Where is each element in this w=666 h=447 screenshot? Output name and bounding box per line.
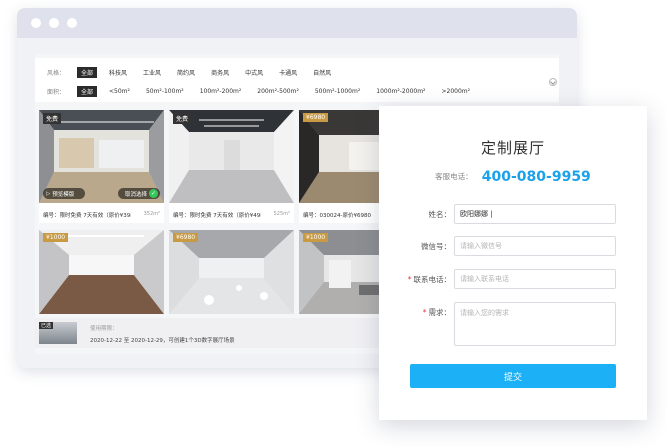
- card-size: 352m²: [143, 211, 160, 217]
- style-chip[interactable]: 自然风: [309, 67, 335, 78]
- chevron-down-icon[interactable]: [549, 78, 557, 86]
- style-chip-all[interactable]: 全部: [77, 66, 98, 78]
- area-chip[interactable]: 1000m²-2000m²: [372, 87, 429, 96]
- price-badge: ¥1000: [43, 233, 69, 242]
- area-chip[interactable]: 100m²-200m²: [196, 87, 246, 96]
- card-caption: 编号：限时免费 7天有效（原价¥498...: [173, 213, 261, 219]
- preview-template-button[interactable]: ▷ 预览模版: [43, 188, 85, 199]
- wechat-input[interactable]: [454, 236, 616, 256]
- cancel-selection-button[interactable]: 取消选择 ✓: [118, 188, 160, 199]
- window-dot: [31, 18, 41, 28]
- price-badge: ¥6980: [303, 113, 329, 122]
- name-input[interactable]: [454, 204, 616, 224]
- template-thumbnail: 免费: [169, 110, 294, 203]
- hotline-row: 客服电话： 400-080-9959: [379, 166, 647, 185]
- room-image: [169, 230, 294, 314]
- hotline-label: 客服电话：: [435, 172, 473, 181]
- area-filter-label: 面积：: [47, 88, 66, 96]
- cancel-label: 取消选择: [124, 191, 147, 198]
- usage-label: 使用期限：: [90, 326, 118, 332]
- card-caption: 编号：限时免费 7天有效（原价¥398...: [43, 213, 131, 219]
- needs-label-text: 需求：: [428, 308, 452, 317]
- contact-label: * 联系电话：: [408, 274, 451, 285]
- selected-template-thumbnail: 已选: [39, 322, 77, 344]
- play-icon: ▷: [46, 190, 51, 197]
- template-card[interactable]: 免费 编号：限时免费 7天有效（原价¥498... 525m²: [169, 110, 294, 223]
- filter-panel: 风格： 全部 科技风 工业风 简约风 商务风 中式风 卡通风 自然风 面积： 全…: [35, 58, 559, 102]
- style-filter-row: 风格： 全部 科技风 工业风 简约风 商务风 中式风 卡通风 自然风: [47, 66, 343, 78]
- window-dot: [67, 18, 77, 28]
- check-icon: ✓: [149, 189, 158, 198]
- style-chip[interactable]: 商务风: [207, 67, 233, 78]
- hotline-number: 400-080-9959: [481, 168, 591, 185]
- wechat-label: 微信号：: [421, 242, 451, 251]
- area-chip[interactable]: >2000m²: [437, 87, 474, 96]
- contact-label-text: 联系电话：: [413, 275, 452, 284]
- area-chip-all[interactable]: 全部: [77, 85, 98, 97]
- template-card[interactable]: 免费 ▷ 预览模版 取消选择 ✓ 编号：限时免费 7天有效（原价¥398... …: [39, 110, 164, 223]
- required-mark: *: [422, 308, 427, 317]
- style-filter-label: 风格：: [47, 69, 66, 77]
- template-card[interactable]: ¥1000: [39, 230, 164, 314]
- window-dot: [49, 18, 59, 28]
- price-badge: 免费: [43, 113, 62, 124]
- usage-period-text: 2020-12-22 至 2020-12-29，可创建1个3D数字展厅场景: [90, 338, 235, 344]
- style-chip[interactable]: 中式风: [241, 67, 267, 78]
- selected-tag: 已选: [39, 322, 54, 329]
- needs-label: * 需求：: [423, 307, 451, 318]
- submit-button[interactable]: 提交: [410, 364, 616, 388]
- style-chip[interactable]: 卡通风: [275, 67, 301, 78]
- name-label: 姓名：: [428, 210, 452, 219]
- needs-textarea[interactable]: [454, 302, 616, 346]
- template-thumbnail: 免费 ▷ 预览模版 取消选择 ✓: [39, 110, 164, 203]
- contact-phone-input[interactable]: [454, 269, 616, 289]
- card-size: 525m²: [273, 211, 290, 217]
- style-chip[interactable]: 工业风: [139, 67, 165, 78]
- area-chip[interactable]: 200m²-500m²: [253, 87, 303, 96]
- form-title: 定制展厅: [480, 139, 545, 157]
- title-bar: [17, 8, 577, 38]
- style-chip[interactable]: 科技风: [105, 67, 131, 78]
- required-mark: *: [407, 275, 412, 284]
- area-chip[interactable]: 50m²-100m²: [142, 87, 188, 96]
- template-thumbnail: ¥6980: [169, 230, 294, 314]
- area-chip[interactable]: 500m²-1000m²: [311, 87, 364, 96]
- price-badge: ¥6980: [173, 233, 199, 242]
- area-filter-row: 面积： 全部 <50m² 50m²-100m² 100m²-200m² 200m…: [47, 85, 482, 97]
- price-badge: ¥1000: [303, 233, 329, 242]
- template-card[interactable]: ¥6980: [169, 230, 294, 314]
- template-thumbnail: ¥1000: [39, 230, 164, 314]
- style-chip[interactable]: 简约风: [173, 67, 199, 78]
- preview-label: 预览模版: [52, 191, 75, 198]
- area-chip[interactable]: <50m²: [105, 87, 134, 96]
- custom-hall-form: 定制展厅 客服电话： 400-080-9959 姓名： 微信号： *联系电话： …: [379, 106, 647, 420]
- room-image: [39, 230, 164, 314]
- price-badge: 免费: [173, 113, 192, 124]
